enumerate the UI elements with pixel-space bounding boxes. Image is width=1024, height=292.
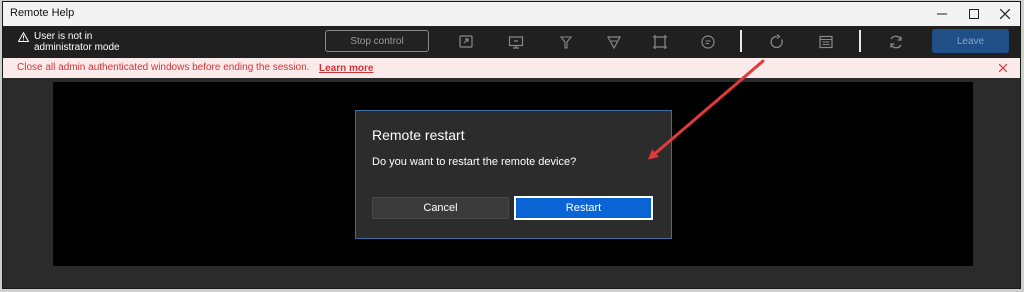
minimize-button[interactable] [925,2,959,26]
title-bar: Remote Help [3,2,1020,26]
crop-icon[interactable] [651,33,669,51]
window-title: Remote Help [10,7,75,19]
refresh-icon[interactable] [887,33,905,51]
toolbar-separator [859,30,861,52]
toolbar-separator [740,30,742,52]
chat-icon[interactable] [699,33,717,51]
laser-pointer-icon[interactable] [557,33,575,51]
app-window: Remote Help User is not in administrator… [2,1,1021,289]
learn-more-link[interactable]: Learn more [319,63,373,74]
stop-control-button[interactable]: Stop control [325,30,429,52]
warning-line-1: User is not in [34,31,93,42]
maximize-button[interactable] [957,2,991,26]
close-window-button[interactable] [988,2,1020,26]
task-manager-icon[interactable] [817,33,835,51]
cancel-button[interactable]: Cancel [372,197,509,219]
dialog-message: Do you want to restart the remote device… [372,156,577,168]
toolbar: User is not in administrator mode Stop c… [3,26,1020,58]
warning-line-2: administrator mode [34,42,120,53]
warning-icon [18,32,29,42]
monitor-icon[interactable] [507,33,525,51]
restart-button[interactable]: Restart [514,196,653,220]
close-icon[interactable] [996,61,1010,75]
dialog-title: Remote restart [372,127,465,143]
admin-windows-banner: Close all admin authenticated windows be… [3,58,1020,78]
admin-mode-warning: User is not in administrator mode [18,31,120,53]
restart-icon[interactable] [768,33,786,51]
leave-button[interactable]: Leave [932,29,1009,53]
screen-share-icon[interactable] [457,33,475,51]
banner-message: Close all admin authenticated windows be… [17,62,310,73]
remote-restart-dialog: Remote restart Do you want to restart th… [355,110,672,239]
highlighter-icon[interactable] [605,33,623,51]
